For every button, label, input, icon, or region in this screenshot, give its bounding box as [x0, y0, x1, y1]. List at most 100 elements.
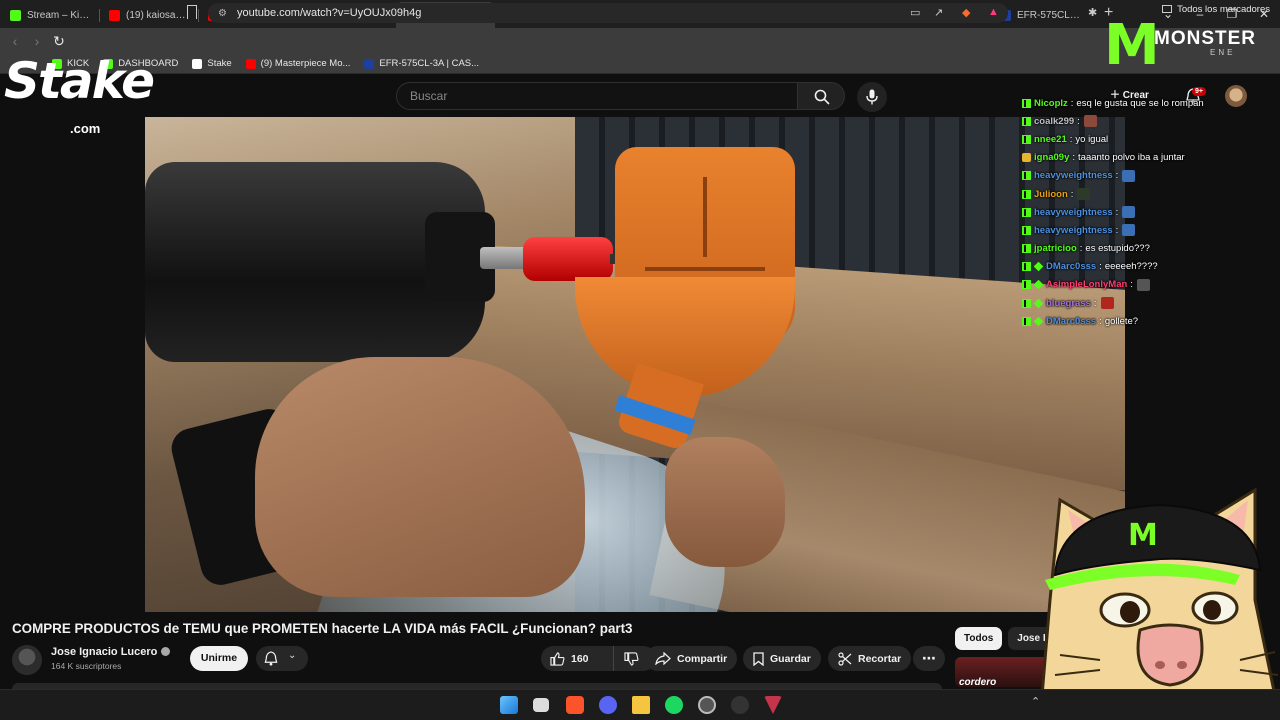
subscription-notifications-button[interactable]: ⌄	[256, 646, 308, 671]
monster-claw-icon: M	[1128, 518, 1158, 553]
chat-username[interactable]: Julioon	[1034, 189, 1068, 200]
share-button[interactable]: Compartir	[645, 646, 738, 671]
tab-label: (19) kaiosama e	[126, 9, 192, 21]
folder-icon	[1162, 5, 1173, 13]
kick-badge-icon	[1022, 244, 1031, 254]
thumbs-down-icon	[623, 651, 638, 666]
share-page-icon[interactable]: ↗	[934, 6, 943, 19]
steam-icon[interactable]	[698, 696, 716, 714]
stake-logo: Stake	[4, 52, 155, 110]
cat-mascot-overlay: M	[1040, 487, 1280, 720]
chat-message: heavyweightness:	[1022, 203, 1272, 221]
chat-emote-icon	[1100, 297, 1114, 310]
thumbs-up-icon	[550, 651, 565, 666]
obs-icon[interactable]	[731, 696, 749, 714]
join-button[interactable]: Unirme	[190, 646, 248, 671]
brave-shields-icon[interactable]: ◆	[962, 6, 970, 19]
kick-badge-icon	[1022, 116, 1031, 126]
chat-username[interactable]: bluegrass	[1046, 298, 1091, 309]
bookmark-item[interactable]: Stake	[192, 58, 232, 69]
stake-domain-text: .com	[70, 121, 101, 136]
chat-username[interactable]: heavyweightness	[1034, 207, 1113, 218]
spotify-icon[interactable]	[665, 696, 683, 714]
like-button[interactable]: 160	[541, 646, 614, 671]
channel-avatar[interactable]	[12, 645, 42, 675]
bookmarks-bar: KICK DASHBOARD Stake (9) Masterpiece Mo... E…	[0, 54, 1280, 74]
system-tray-chevron-icon[interactable]: ⌃	[1031, 695, 1040, 708]
back-button[interactable]: ‹	[4, 33, 26, 49]
browser-tab[interactable]: (19) kaiosama e	[99, 2, 198, 28]
sub-badge-icon	[1033, 316, 1044, 327]
kick-badge-icon	[1022, 225, 1031, 235]
chat-separator: :	[1115, 224, 1119, 236]
chat-username[interactable]: igna09y	[1034, 152, 1069, 163]
bookmark-icon	[753, 651, 764, 666]
chat-separator: :	[1070, 188, 1074, 200]
kick-badge-icon	[1022, 171, 1031, 181]
chat-username[interactable]: jpatricioo	[1034, 243, 1077, 254]
channel-name[interactable]: Jose Ignacio Lucero	[51, 646, 171, 658]
save-button[interactable]: Guardar	[743, 646, 821, 671]
search-icon	[814, 89, 830, 105]
reload-button[interactable]: ↻	[48, 33, 70, 50]
bell-icon	[264, 651, 278, 666]
chat-separator: :	[1069, 133, 1073, 145]
voice-search-button[interactable]	[857, 82, 887, 112]
kick-favicon-icon	[10, 9, 21, 21]
sub-badge-icon	[1033, 280, 1044, 290]
cast-icon[interactable]: ▭	[910, 6, 920, 19]
chat-username[interactable]: coalk299	[1034, 116, 1074, 127]
more-actions-button[interactable]: ⋯	[913, 646, 945, 671]
chat-separator: :	[1099, 261, 1102, 273]
browser-tab[interactable]: Stream – Kick D	[0, 2, 99, 28]
chat-emote-icon	[1077, 188, 1091, 201]
windows-taskbar	[0, 689, 1280, 720]
brave-browser-icon[interactable]	[566, 696, 584, 714]
chat-separator: :	[1070, 97, 1074, 109]
chat-text: yo igual	[1075, 133, 1109, 145]
chat-emote-icon	[1122, 224, 1136, 237]
file-explorer-icon[interactable]	[632, 696, 650, 714]
bookmark-page-icon[interactable]	[187, 5, 197, 19]
chat-username[interactable]: heavyweightness	[1034, 225, 1113, 236]
chat-message: heavyweightness:	[1022, 167, 1272, 185]
clip-button[interactable]: Recortar	[828, 646, 912, 671]
chat-message: AsimpleLonlyMan:	[1022, 276, 1272, 294]
chat-message: DMarc0sss: eeeeeh????	[1022, 258, 1272, 276]
forward-button[interactable]: ›	[26, 33, 48, 49]
chat-username[interactable]: heavyweightness	[1034, 170, 1113, 181]
chat-text: eeeeeh????	[1104, 261, 1158, 273]
bookmark-label: Stake	[207, 58, 232, 69]
site-info-icon[interactable]: ⚙	[218, 8, 227, 19]
chat-username[interactable]: nnee21	[1034, 134, 1067, 145]
microphone-icon	[866, 89, 878, 105]
chat-message: igna09y: taaanto polvo iba a juntar	[1022, 149, 1272, 167]
chat-message: nnee21: yo igual	[1022, 130, 1272, 148]
discord-icon[interactable]	[599, 696, 617, 714]
youtube-favicon-icon	[109, 9, 120, 21]
chat-username[interactable]: AsimpleLonlyMan	[1046, 279, 1127, 290]
valorant-icon[interactable]	[764, 696, 782, 714]
all-bookmarks-button[interactable]: Todos los marcadores	[1162, 4, 1270, 15]
chat-username[interactable]: Nicoplz	[1034, 98, 1068, 109]
chat-separator: :	[1077, 115, 1080, 127]
chat-message: bluegrass:	[1022, 294, 1272, 312]
brave-rewards-icon[interactable]: ▲	[988, 6, 999, 18]
tab-label: EFR-575CL-3A	[1017, 9, 1083, 21]
filter-chip[interactable]: Todos	[955, 627, 1003, 650]
search-input[interactable]: Buscar	[396, 82, 798, 110]
video-player[interactable]	[145, 117, 1125, 612]
start-button[interactable]	[500, 696, 518, 714]
extensions-icon[interactable]: ✱	[1088, 6, 1097, 19]
chat-username[interactable]: DMarc0sss	[1046, 261, 1096, 272]
task-view-icon[interactable]	[533, 698, 549, 712]
bookmark-item[interactable]: EFR-575CL-3A | CAS...	[364, 58, 479, 69]
url-bar[interactable]: ⚙ youtube.com/watch?v=UyOUJx09h4g	[208, 3, 1008, 23]
search-button[interactable]	[797, 82, 845, 110]
chat-text: esq le gusta que se lo rompan	[1076, 97, 1204, 109]
stake-icon	[192, 58, 203, 69]
chat-emote-icon	[1136, 278, 1150, 291]
chat-username[interactable]: DMarc0sss	[1046, 316, 1096, 327]
bookmark-item[interactable]: (9) Masterpiece Mo...	[245, 58, 350, 69]
chat-separator: :	[1093, 297, 1097, 309]
